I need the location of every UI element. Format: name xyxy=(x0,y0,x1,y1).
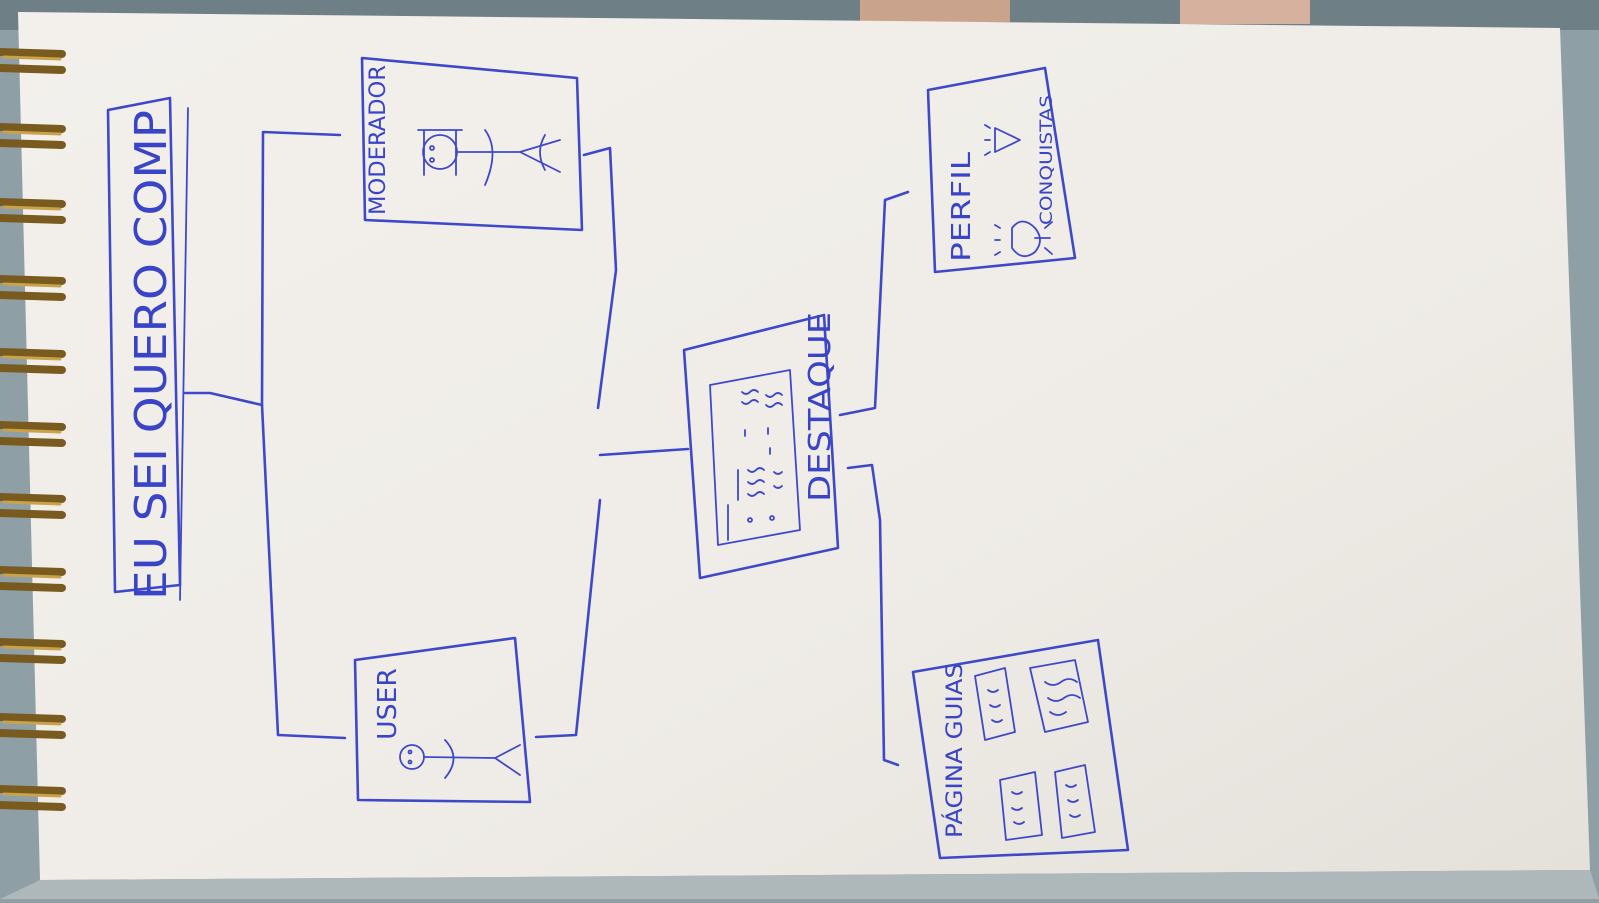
sketch-canvas: EU SEI QUERO COMP MODERADOR USER DESTAQU… xyxy=(0,0,1599,899)
user-label: USER xyxy=(373,668,403,740)
perfil-label: PERFIL xyxy=(947,151,977,262)
notebook-photo: EU SEI QUERO COMP MODERADOR USER DESTAQU… xyxy=(0,0,1599,899)
perfil-sublabel: CONQUISTAS xyxy=(1037,95,1057,225)
moderador-label: MODERADOR xyxy=(366,65,391,215)
pagina-guias-label: PÁGINA GUIAS xyxy=(942,663,968,838)
title-label: EU SEI QUERO COMP xyxy=(126,110,177,600)
destaque-label: DESTAQUE xyxy=(803,312,838,502)
